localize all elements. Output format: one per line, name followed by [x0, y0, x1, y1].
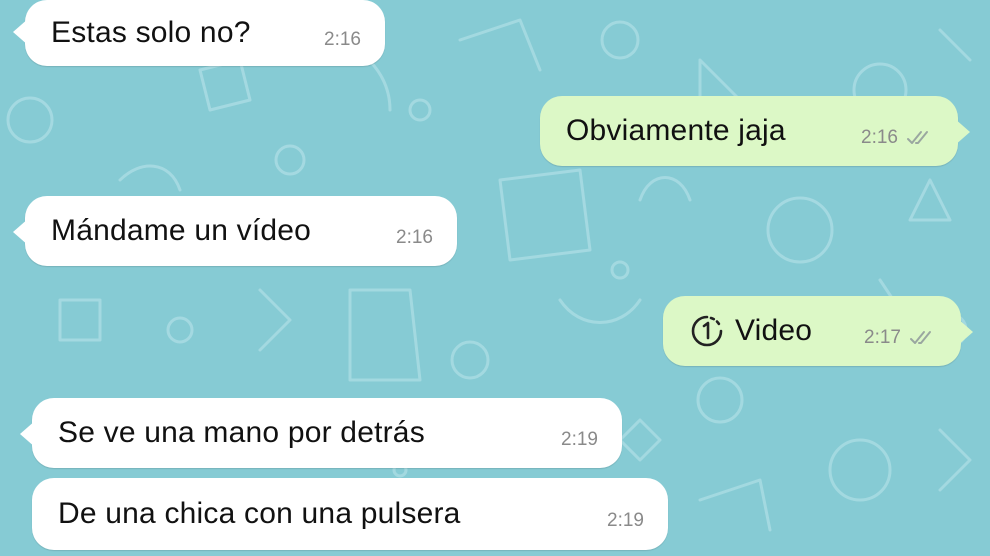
message-time: 2:16 [396, 227, 433, 248]
double-check-icon [909, 330, 937, 346]
message-text: Obviamente jaja [566, 114, 786, 147]
chat-wallpaper [6, 18, 972, 532]
message-time: 2:17 [864, 327, 901, 348]
message-meta: 2:16 [324, 15, 361, 51]
message-text: Estas solo no? [51, 16, 251, 49]
message-time: 2:19 [607, 510, 644, 531]
message-meta: 2:19 [561, 415, 598, 451]
bubble-tail [13, 218, 29, 246]
double-check-icon [906, 130, 934, 146]
message-meta: 2:16 [396, 213, 433, 249]
message-text: Mándame un vídeo [51, 214, 312, 247]
message-bubble-incoming[interactable]: De una chica con una pulsera 2:19 [32, 478, 668, 550]
bubble-tail [20, 420, 36, 448]
message-time: 2:19 [561, 429, 598, 450]
bubble-tail [13, 18, 29, 46]
message-bubble-incoming[interactable]: Mándame un vídeo 2:16 [13, 196, 457, 266]
message-bubble-incoming[interactable]: Estas solo no? 2:16 [13, 0, 385, 66]
view-once-video-icon[interactable] [689, 313, 725, 349]
message-text: De una chica con una pulsera [58, 497, 461, 530]
message-meta: 2:16 [861, 113, 934, 149]
message-bubble-incoming[interactable]: Se ve una mano por detrás 2:19 [20, 398, 622, 468]
message-time: 2:16 [861, 127, 898, 148]
message-bubble-outgoing[interactable]: Obviamente jaja 2:16 [540, 96, 970, 166]
bubble-tail [954, 118, 970, 146]
message-bubble-outgoing-video[interactable]: Video 2:17 [663, 296, 973, 366]
message-text: Video [735, 314, 813, 347]
bubble-tail [957, 318, 973, 346]
message-text: Se ve una mano por detrás [58, 416, 425, 449]
message-meta: 2:17 [864, 313, 937, 349]
message-time: 2:16 [324, 29, 361, 50]
message-meta: 2:19 [607, 496, 644, 532]
